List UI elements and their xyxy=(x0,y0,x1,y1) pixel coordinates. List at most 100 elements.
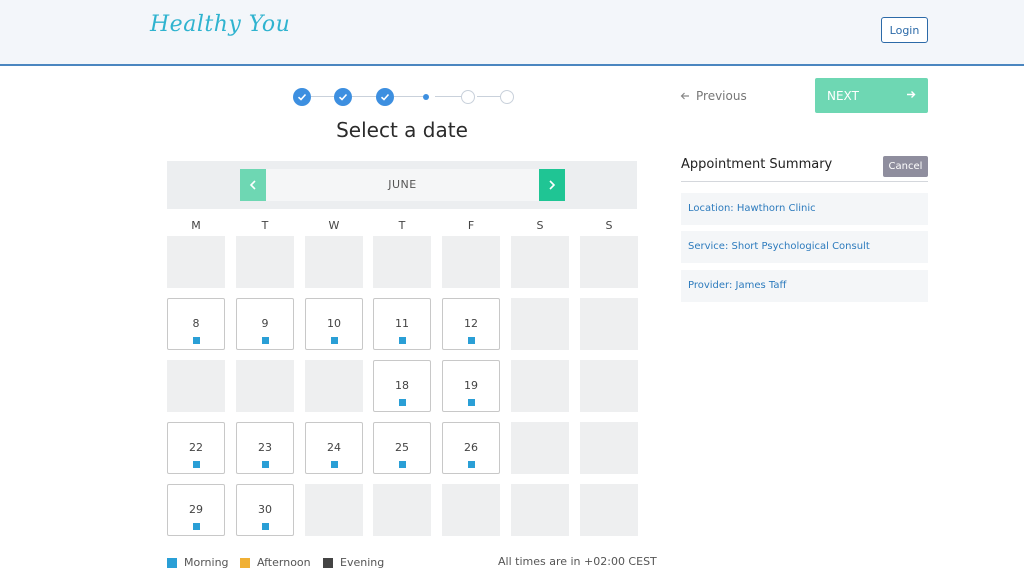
step-1-done xyxy=(293,88,311,106)
summary-provider[interactable]: Provider: James Taff xyxy=(681,270,928,302)
weekday-header: T xyxy=(398,219,406,232)
checkmark-icon xyxy=(297,93,307,101)
day-number: 18 xyxy=(395,379,409,392)
summary-service[interactable]: Service: Short Psychological Consult xyxy=(681,231,928,263)
day-number: 9 xyxy=(261,317,269,330)
day-number: 26 xyxy=(464,441,478,454)
next-month-button[interactable] xyxy=(539,169,565,201)
morning-availability-marker xyxy=(193,337,200,344)
calendar-day-9[interactable]: 9 xyxy=(236,298,294,350)
calendar-day-8[interactable]: 8 xyxy=(167,298,225,350)
calendar-day-25[interactable]: 25 xyxy=(373,422,431,474)
calendar-day-unavailable xyxy=(442,236,500,288)
day-number: 24 xyxy=(327,441,341,454)
morning-availability-marker xyxy=(468,461,475,468)
morning-availability-marker xyxy=(468,399,475,406)
summary-location[interactable]: Location: Hawthorn Clinic xyxy=(681,193,928,225)
calendar-day-unavailable xyxy=(236,236,294,288)
step-6-todo xyxy=(500,90,514,104)
day-number: 22 xyxy=(189,441,203,454)
legend-label: Evening xyxy=(340,556,385,569)
morning-availability-marker xyxy=(468,337,475,344)
previous-month-button[interactable] xyxy=(240,169,266,201)
morning-availability-marker xyxy=(331,337,338,344)
weekday-header: T xyxy=(261,219,269,232)
step-3-done xyxy=(376,88,394,106)
legend-morning: Morning xyxy=(167,556,229,569)
morning-availability-marker xyxy=(262,461,269,468)
summary-divider xyxy=(681,181,928,182)
evening-swatch xyxy=(323,557,333,568)
calendar-day-29[interactable]: 29 xyxy=(167,484,225,536)
calendar-day-18[interactable]: 18 xyxy=(373,360,431,412)
weekday-header: F xyxy=(467,219,475,232)
day-number: 19 xyxy=(464,379,478,392)
progress-stepper xyxy=(293,88,514,106)
calendar-day-unavailable xyxy=(305,236,363,288)
weekday-header: S xyxy=(536,219,544,232)
morning-availability-marker xyxy=(193,461,200,468)
calendar-day-12[interactable]: 12 xyxy=(442,298,500,350)
day-number: 12 xyxy=(464,317,478,330)
calendar-day-unavailable xyxy=(511,484,569,536)
calendar-day-30[interactable]: 30 xyxy=(236,484,294,536)
next-button[interactable]: NEXT xyxy=(815,78,928,113)
month-label: JUNE xyxy=(388,178,417,191)
calendar-day-11[interactable]: 11 xyxy=(373,298,431,350)
calendar-day-unavailable xyxy=(580,236,638,288)
weekday-header: S xyxy=(605,219,613,232)
calendar-day-unavailable xyxy=(167,360,225,412)
calendar-day-unavailable xyxy=(442,484,500,536)
calendar-day-unavailable xyxy=(236,360,294,412)
morning-availability-marker xyxy=(331,461,338,468)
day-number: 10 xyxy=(327,317,341,330)
step-2-done xyxy=(334,88,352,106)
legend-evening: Evening xyxy=(323,556,384,569)
morning-swatch xyxy=(167,557,177,568)
arrow-left-icon xyxy=(680,92,689,100)
calendar-day-unavailable xyxy=(511,422,569,474)
chevron-left-icon xyxy=(249,180,256,190)
morning-availability-marker xyxy=(262,337,269,344)
checkmark-icon xyxy=(338,93,348,101)
brand-logo[interactable]: Healthy You xyxy=(150,12,290,37)
top-header: Healthy You Login xyxy=(0,0,1024,66)
stepper-connector xyxy=(394,96,423,97)
calendar-day-unavailable xyxy=(305,360,363,412)
summary-title: Appointment Summary xyxy=(681,157,833,172)
weekday-header: M xyxy=(191,219,201,232)
calendar-day-unavailable xyxy=(580,422,638,474)
cancel-button[interactable]: Cancel xyxy=(883,156,928,177)
calendar-day-unavailable xyxy=(580,484,638,536)
login-button[interactable]: Login xyxy=(881,17,928,43)
day-number: 8 xyxy=(192,317,200,330)
morning-availability-marker xyxy=(262,523,269,530)
checkmark-icon xyxy=(380,93,390,101)
calendar-day-24[interactable]: 24 xyxy=(305,422,363,474)
calendar-day-23[interactable]: 23 xyxy=(236,422,294,474)
morning-availability-marker xyxy=(399,461,406,468)
afternoon-swatch xyxy=(240,557,250,568)
month-navigator: JUNE xyxy=(167,161,637,209)
previous-button[interactable]: Previous xyxy=(680,89,747,103)
calendar-day-unavailable xyxy=(580,360,638,412)
calendar-day-unavailable xyxy=(580,298,638,350)
weekday-header: W xyxy=(328,219,340,232)
calendar-day-unavailable xyxy=(373,484,431,536)
morning-availability-marker xyxy=(399,399,406,406)
calendar-day-unavailable xyxy=(511,360,569,412)
morning-availability-marker xyxy=(399,337,406,344)
day-number: 23 xyxy=(258,441,272,454)
arrow-right-icon xyxy=(907,91,916,98)
calendar-day-10[interactable]: 10 xyxy=(305,298,363,350)
calendar-day-22[interactable]: 22 xyxy=(167,422,225,474)
previous-label: Previous xyxy=(696,89,747,103)
timezone-note: All times are in +02:00 CEST xyxy=(498,555,657,568)
calendar-day-unavailable xyxy=(511,298,569,350)
day-number: 30 xyxy=(258,503,272,516)
calendar-day-19[interactable]: 19 xyxy=(442,360,500,412)
calendar-day-unavailable xyxy=(373,236,431,288)
day-number: 11 xyxy=(395,317,409,330)
calendar-day-26[interactable]: 26 xyxy=(442,422,500,474)
step-5-todo xyxy=(461,90,475,104)
